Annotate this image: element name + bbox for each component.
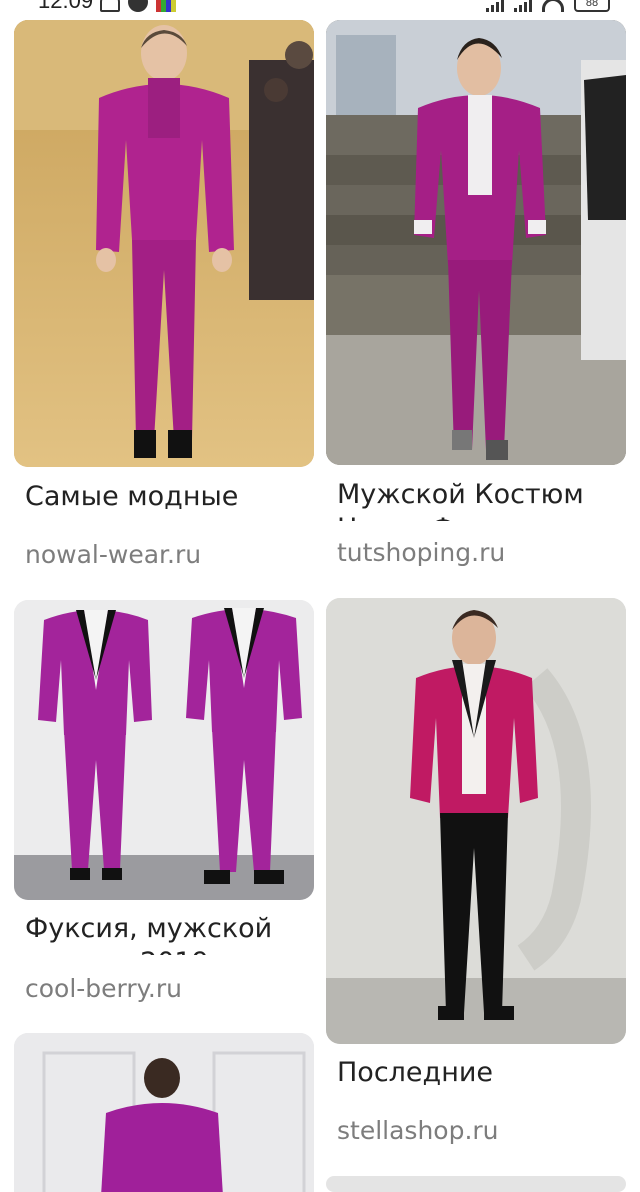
image-result-card[interactable]: Последние конструкции stellashop.ru xyxy=(326,598,626,1158)
battery-icon: 88 xyxy=(574,0,610,12)
result-title[interactable]: Фуксия, мужской костюм 2019 xyxy=(25,912,310,955)
app-grid-icon xyxy=(156,0,176,12)
muted-notification-icon xyxy=(100,0,120,12)
result-source[interactable]: tutshoping.ru xyxy=(337,538,505,567)
image-result-card[interactable]: Мужской Костюм Цвета Фуксии tutshoping.r… xyxy=(326,20,626,580)
result-title[interactable]: Мужской Костюм Цвета Фуксии xyxy=(337,478,627,521)
wifi-icon xyxy=(542,0,564,12)
status-bar: 12:09 88 xyxy=(0,0,640,14)
signal-strength-icon-2 xyxy=(514,0,532,12)
velvet-jacket-photo-icon xyxy=(326,598,626,1044)
image-result-card[interactable] xyxy=(326,1176,626,1192)
tuxedo-suit-photo-icon xyxy=(14,600,314,900)
image-result-card[interactable] xyxy=(14,1033,314,1192)
result-image[interactable] xyxy=(326,20,626,465)
suit-back-view-photo-icon xyxy=(14,1033,314,1192)
result-image[interactable] xyxy=(14,1033,314,1192)
image-result-card[interactable]: Фуксия, мужской костюм 2019 cool-berry.r… xyxy=(14,600,314,1020)
result-title[interactable]: Самые модные мужские костюм xyxy=(25,480,310,523)
app-notification-icon xyxy=(128,0,148,12)
image-result-card[interactable]: Самые модные мужские костюм nowal-wear.r… xyxy=(14,20,314,580)
result-source[interactable]: stellashop.ru xyxy=(337,1116,499,1145)
status-notification-icons xyxy=(100,0,176,12)
status-time: 12:09 xyxy=(38,0,94,13)
velvet-suit-runway-photo-icon xyxy=(326,20,626,465)
result-image[interactable] xyxy=(326,1176,626,1192)
status-system-icons: 88 xyxy=(486,0,610,12)
result-image[interactable] xyxy=(14,20,314,467)
result-title[interactable]: Последние конструкции xyxy=(337,1056,627,1099)
result-source[interactable]: cool-berry.ru xyxy=(25,974,182,1003)
fuchsia-suit-runway-photo-icon xyxy=(14,20,314,467)
result-image[interactable] xyxy=(326,598,626,1044)
signal-strength-icon xyxy=(486,0,504,12)
result-source[interactable]: nowal-wear.ru xyxy=(25,540,201,569)
result-image[interactable] xyxy=(14,600,314,900)
